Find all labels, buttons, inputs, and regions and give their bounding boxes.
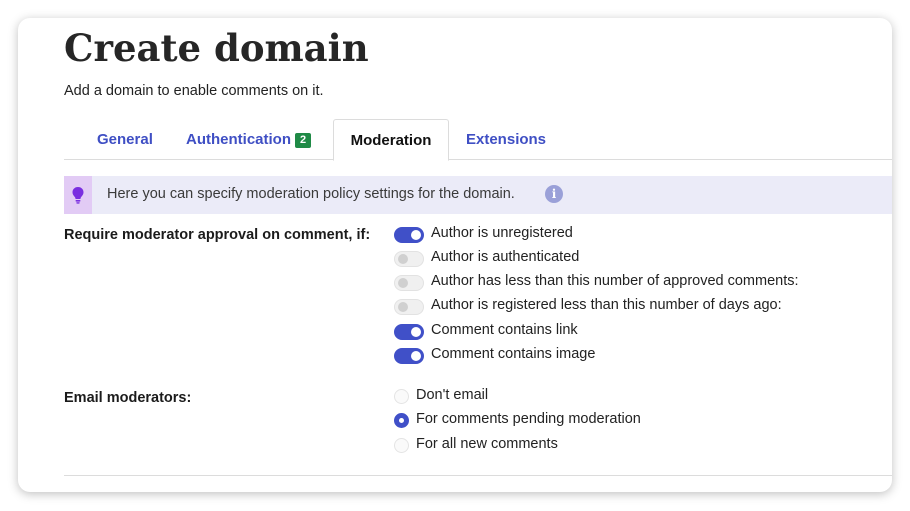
toggle-label: Author is authenticated: [431, 249, 580, 265]
info-icon[interactable]: i: [545, 185, 563, 203]
tab-authentication-label: Authentication: [186, 131, 291, 148]
toggle-switch[interactable]: [394, 251, 424, 267]
tab-general[interactable]: General: [97, 119, 153, 159]
toggle-label: Comment contains link: [431, 322, 578, 338]
tab-bar: General Authentication 2 Moderation Exten…: [64, 119, 892, 161]
toggle-switch[interactable]: [394, 324, 424, 340]
section-divider: [64, 475, 892, 476]
email-moderators-label: Email moderators:: [64, 390, 192, 406]
toggle-label: Author is unregistered: [431, 225, 573, 241]
info-banner-text: Here you can specify moderation policy s…: [107, 186, 515, 202]
radio-button[interactable]: [394, 413, 409, 428]
radio-button[interactable]: [394, 438, 409, 453]
info-banner: Here you can specify moderation policy s…: [64, 176, 892, 214]
tab-extensions-label: Extensions: [466, 131, 547, 148]
page-title: Create domain: [64, 26, 369, 70]
tab-general-label: General: [97, 131, 153, 148]
authentication-count-badge: 2: [295, 133, 312, 148]
lightbulb-icon: [72, 187, 84, 204]
toggle-switch[interactable]: [394, 227, 424, 243]
toggle-label: Comment contains image: [431, 346, 596, 362]
radio-label: For comments pending moderation: [416, 411, 641, 427]
tab-authentication[interactable]: Authentication 2: [186, 119, 312, 159]
toggle-label: Author has less than this number of appr…: [431, 273, 799, 289]
create-domain-dialog: Create domain Add a domain to enable com…: [18, 18, 892, 492]
page-subtitle: Add a domain to enable comments on it.: [64, 83, 324, 99]
tab-moderation[interactable]: Moderation: [333, 119, 449, 161]
radio-label: Don't email: [416, 387, 489, 403]
toggle-switch[interactable]: [394, 348, 424, 364]
toggle-label: Author is registered less than this numb…: [431, 297, 782, 313]
radio-button[interactable]: [394, 389, 409, 404]
moderation-rules-label: Require moderator approval on comment, i…: [64, 227, 371, 243]
tab-moderation-label: Moderation: [350, 132, 432, 149]
toggle-switch[interactable]: [394, 275, 424, 291]
lightbulb-icon-box: [64, 176, 92, 214]
toggle-switch[interactable]: [394, 299, 424, 315]
radio-label: For all new comments: [416, 436, 558, 452]
tab-extensions[interactable]: Extensions: [466, 119, 546, 159]
